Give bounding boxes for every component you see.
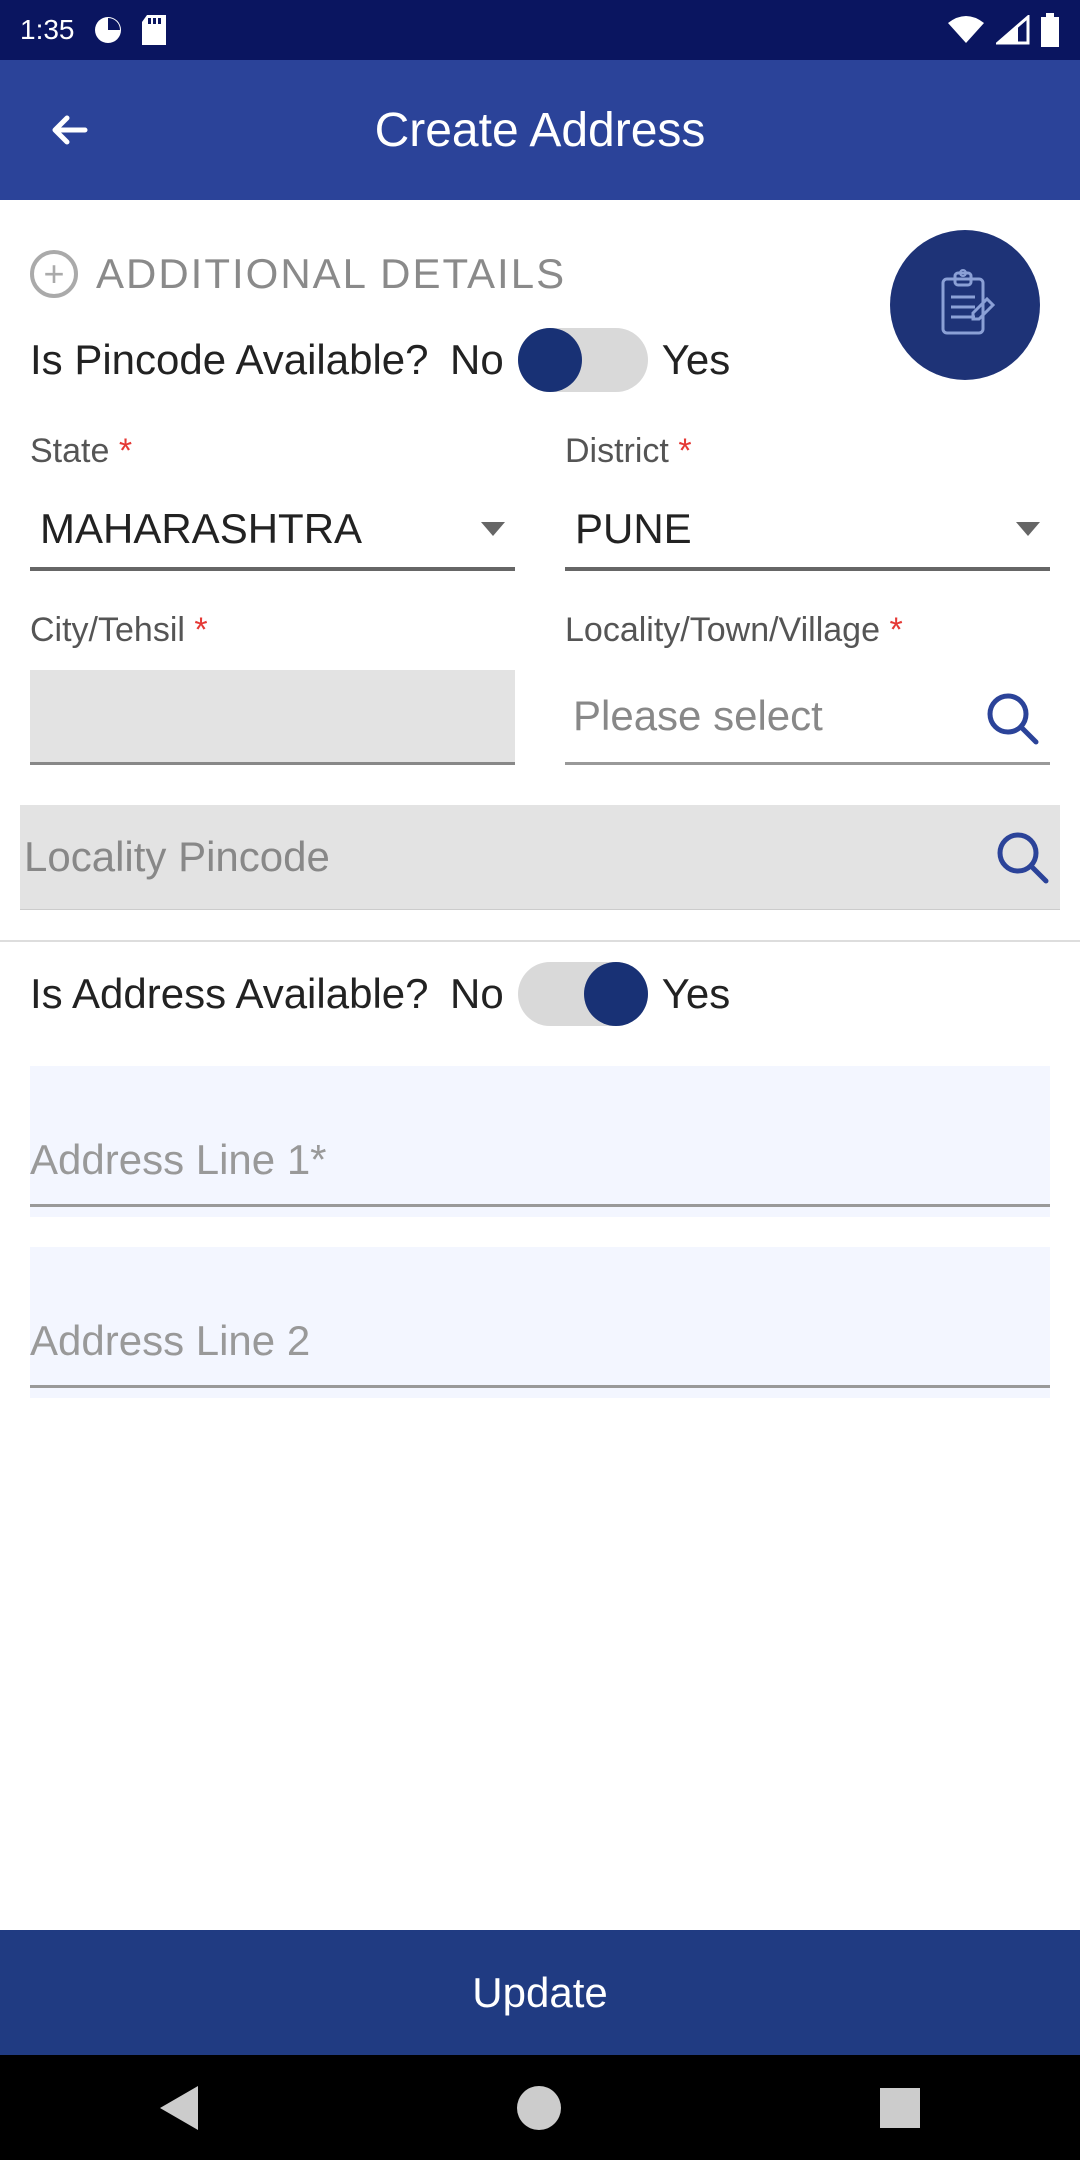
chevron-down-icon	[1016, 522, 1040, 536]
city-label: City/Tehsil *	[30, 611, 515, 650]
pincode-toggle[interactable]	[518, 328, 648, 392]
pincode-search-button[interactable]	[994, 829, 1050, 885]
section-title: ADDITIONAL DETAILS	[96, 250, 566, 298]
notes-fab[interactable]	[890, 230, 1040, 380]
back-arrow-icon	[45, 105, 95, 155]
pincode-yes-label: Yes	[662, 336, 731, 384]
sd-card-icon	[141, 14, 167, 46]
locality-label: Locality/Town/Village *	[565, 611, 1050, 650]
divider	[0, 940, 1080, 942]
address-no-label: No	[450, 970, 504, 1018]
app-bar: Create Address	[0, 60, 1080, 200]
pincode-placeholder: Locality Pincode	[24, 833, 330, 881]
address-toggle[interactable]	[518, 962, 648, 1026]
update-button[interactable]: Update	[0, 1930, 1080, 2055]
status-time: 1:35	[20, 14, 75, 46]
address-question: Is Address Available?	[30, 970, 450, 1018]
battery-icon	[1040, 13, 1060, 47]
state-label: State *	[30, 432, 515, 471]
district-label: District *	[565, 432, 1050, 471]
pincode-field[interactable]: Locality Pincode	[20, 805, 1060, 910]
signal-icon	[996, 15, 1030, 45]
address-yes-label: Yes	[662, 970, 731, 1018]
nav-back-button[interactable]	[160, 2086, 198, 2130]
data-saver-icon	[93, 15, 123, 45]
address-line-2-input[interactable]	[30, 1297, 1050, 1388]
pincode-no-label: No	[450, 336, 504, 384]
district-dropdown[interactable]: PUNE	[565, 491, 1050, 571]
district-value: PUNE	[575, 505, 692, 553]
back-button[interactable]	[30, 90, 110, 170]
state-value: MAHARASHTRA	[40, 505, 362, 553]
city-input[interactable]	[30, 670, 515, 765]
nav-home-button[interactable]	[517, 2086, 561, 2130]
search-icon	[984, 690, 1040, 746]
state-dropdown[interactable]: MAHARASHTRA	[30, 491, 515, 571]
wifi-icon	[946, 15, 986, 45]
status-bar: 1:35	[0, 0, 1080, 60]
system-nav-bar	[0, 2055, 1080, 2160]
search-icon	[994, 829, 1050, 885]
address-line-1-input[interactable]	[30, 1116, 1050, 1207]
locality-search-button[interactable]	[974, 680, 1050, 756]
chevron-down-icon	[481, 522, 505, 536]
nav-recents-button[interactable]	[880, 2088, 920, 2128]
plus-circle-icon: +	[30, 250, 78, 298]
update-label: Update	[472, 1969, 607, 2017]
pincode-question: Is Pincode Available?	[30, 336, 450, 384]
clipboard-edit-icon	[925, 265, 1005, 345]
page-title: Create Address	[375, 103, 706, 158]
